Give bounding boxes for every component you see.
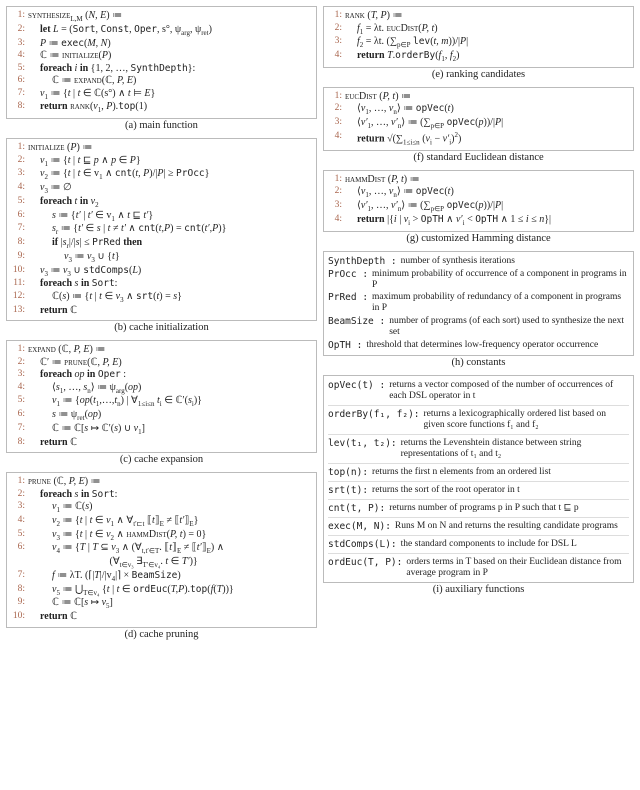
aux-val: returns the Levenshtein distance between… — [401, 438, 629, 460]
panel-aux: opVec(t) :returns a vector composed of t… — [323, 375, 634, 598]
const-val: threshold that determines low-frequency … — [366, 340, 629, 351]
aux-val: returns a vector composed of the number … — [389, 380, 629, 402]
aux-key: opVec(t) : — [328, 380, 389, 402]
aux-key: orderBy(f₁, f₂): — [328, 409, 424, 431]
panel-hamming: 1:hammDist (P, t) ≔ 2:⟨v1, …, vn⟩ ≔ opVe… — [323, 170, 634, 247]
const-key: OpTH : — [328, 340, 366, 351]
caption-i: (i) auxiliary functions — [323, 584, 634, 595]
aux-key: cnt(t, P): — [328, 503, 389, 514]
alg-e: 1:rank (T, P) ≔ 2:f1 = λt. eucDist(P, t)… — [323, 6, 634, 68]
const-val: maximum probability of redundancy of a c… — [372, 292, 629, 314]
caption-a: (a) main function — [6, 120, 317, 131]
aux-val: returns the sort of the root operator in… — [372, 485, 629, 496]
panel-euclidean: 1:eucDist (P, t) ≔ 2:⟨v1, …, vn⟩ ≔ opVec… — [323, 87, 634, 166]
const-val: minimum probability of occurrence of a c… — [372, 269, 629, 291]
alg-c: 1:expand (ℂ, P, E) ≔ 2:ℂ′ ≔ prune(ℂ, P, … — [6, 340, 317, 453]
alg-g: 1:hammDist (P, t) ≔ 2:⟨v1, …, vn⟩ ≔ opVe… — [323, 170, 634, 232]
aux-val: Runs M on N and returns the resulting ca… — [395, 521, 629, 532]
const-key: PrRed : — [328, 292, 372, 314]
aux-val: returns a lexicographically ordered list… — [424, 409, 629, 431]
alg-a: 1:synthesizeL,M (N, E) ≔ 2:let L = (Sort… — [6, 6, 317, 119]
aux-key: top(n): — [328, 467, 372, 478]
panel-cache-prune: 1:prune (ℂ, P, E) ≔ 2:foreach s in Sort:… — [6, 472, 317, 643]
aux-key: stdComps(L): — [328, 539, 401, 550]
constants-table: SynthDepth :number of synthesis iteratio… — [323, 251, 634, 357]
panel-cache-expand: 1:expand (ℂ, P, E) ≔ 2:ℂ′ ≔ prune(ℂ, P, … — [6, 340, 317, 468]
const-key: PrOcc : — [328, 269, 372, 291]
aux-key: srt(t): — [328, 485, 372, 496]
caption-e: (e) ranking candidates — [323, 69, 634, 80]
const-val: number of programs (of each sort) used t… — [389, 316, 629, 338]
alg-b: 1:initialize (P) ≔ 2:v1 ≔ {t | t ⊑ p ∧ p… — [6, 138, 317, 321]
panel-ranking: 1:rank (T, P) ≔ 2:f1 = λt. eucDist(P, t)… — [323, 6, 634, 83]
caption-b: (b) cache initialization — [6, 322, 317, 333]
panel-cache-init: 1:initialize (P) ≔ 2:v1 ≔ {t | t ⊑ p ∧ p… — [6, 138, 317, 336]
aux-key: lev(t₁, t₂): — [328, 438, 401, 460]
aux-val: the standard components to include for D… — [401, 539, 629, 550]
alg-d: 1:prune (ℂ, P, E) ≔ 2:foreach s in Sort:… — [6, 472, 317, 628]
caption-d: (d) cache pruning — [6, 629, 317, 640]
aux-key: exec(M, N): — [328, 521, 395, 532]
caption-c: (c) cache expansion — [6, 454, 317, 465]
caption-h: (h) constants — [323, 357, 634, 368]
caption-g: (g) customized Hamming distance — [323, 233, 634, 244]
panel-constants: SynthDepth :number of synthesis iteratio… — [323, 251, 634, 372]
caption-f: (f) standard Euclidean distance — [323, 152, 634, 163]
aux-key: ordEuc(T, P): — [328, 557, 406, 579]
aux-val: returns number of programs p in P such t… — [389, 503, 629, 514]
aux-val: orders terms in T based on their Euclide… — [406, 557, 629, 579]
aux-val: returns the first n elements from an ord… — [372, 467, 629, 478]
const-val: number of synthesis iterations — [401, 256, 629, 267]
aux-table: opVec(t) :returns a vector composed of t… — [323, 375, 634, 583]
alg-f: 1:eucDist (P, t) ≔ 2:⟨v1, …, vn⟩ ≔ opVec… — [323, 87, 634, 151]
const-key: BeamSize : — [328, 316, 389, 338]
panel-main-function: 1:synthesizeL,M (N, E) ≔ 2:let L = (Sort… — [6, 6, 317, 134]
const-key: SynthDepth : — [328, 256, 401, 267]
